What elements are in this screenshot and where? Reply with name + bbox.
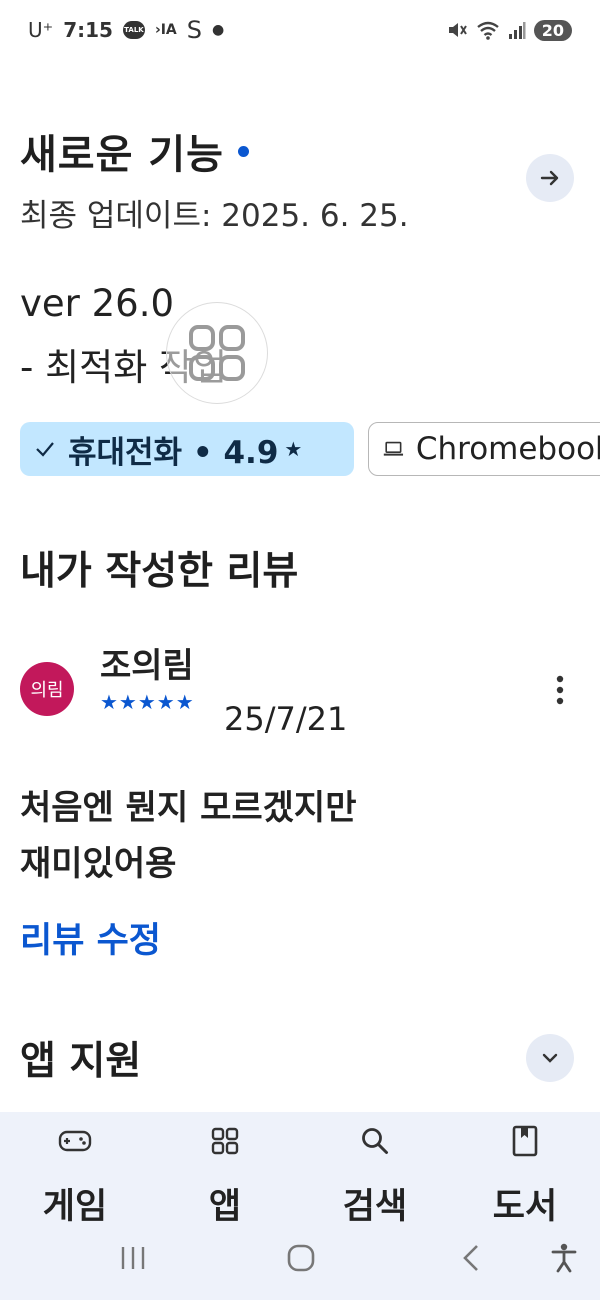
more-vert-icon [556, 675, 564, 705]
last-updated-text: 최종 업데이트: 2025. 6. 25. [20, 198, 409, 234]
mute-icon [448, 23, 467, 37]
nav-item-search[interactable]: 검색 [300, 1112, 450, 1232]
status-bar: U⁺ 7:15 TALK ›IA S ● 20 [0, 0, 600, 60]
signal-icon [508, 22, 526, 39]
more-notifications-dot-icon: ● [212, 22, 225, 38]
check-icon [36, 442, 54, 457]
chip-phone-label: 휴대전화 • 4.9 [68, 434, 279, 471]
new-indicator-dot [237, 145, 249, 157]
battery-indicator: 20 [533, 19, 572, 41]
my-review-heading: 내가 작성한 리뷰 [20, 549, 299, 594]
avatar: 의림 [20, 662, 74, 716]
nav-label-search: 검색 [342, 1187, 408, 1227]
apps-grid-icon [211, 1127, 239, 1155]
arrow-right-icon [540, 170, 559, 186]
nav-item-books[interactable]: 도서 [450, 1112, 600, 1232]
nav-item-games[interactable]: 게임 [0, 1112, 150, 1232]
recent-apps-icon [121, 1247, 145, 1269]
carrier-label: U⁺ [28, 18, 54, 42]
scrolled-content-fragment [100, 30, 210, 48]
back-button[interactable] [446, 1228, 496, 1288]
review-date: 25/7/21 [224, 700, 348, 738]
book-icon [512, 1125, 538, 1157]
review-text-line2: 재미있어용 [20, 844, 177, 884]
review-text-line1: 처음엔 뭔지 모르겠지만 [20, 788, 357, 828]
system-navigation-bar [0, 1228, 600, 1288]
accessibility-icon [551, 1243, 577, 1273]
recent-apps-button[interactable] [108, 1228, 158, 1288]
review-body: 처음엔 뭔지 모르겠지만 재미있어용 [20, 780, 580, 892]
accessibility-button[interactable] [540, 1228, 588, 1288]
nav-label-books: 도서 [492, 1187, 558, 1227]
chip-chromebook-label: Chromebook [415, 431, 600, 467]
back-chevron-icon [463, 1245, 478, 1271]
gamepad-icon [58, 1130, 92, 1152]
wifi-icon [476, 21, 499, 40]
edit-review-link[interactable]: 리뷰 수정 [20, 912, 161, 963]
status-right: 20 [446, 19, 572, 41]
rating-stars: ★★★★★ [100, 690, 195, 714]
chip-chromebook[interactable]: Chromebook [368, 422, 600, 476]
home-icon [287, 1244, 315, 1272]
nav-label-games: 게임 [42, 1187, 108, 1227]
whats-new-title: 새로운 기능 [20, 132, 224, 178]
nav-label-apps: 앱 [208, 1187, 242, 1227]
chevron-down-icon [542, 1053, 558, 1063]
chip-phone[interactable]: 휴대전화 • 4.9 ★ [20, 422, 354, 476]
nav-item-apps[interactable]: 앱 [150, 1112, 300, 1232]
more-options-button[interactable] [544, 670, 576, 710]
app-support-heading: 앱 지원 [20, 1039, 142, 1084]
home-button[interactable] [276, 1228, 326, 1288]
search-icon [362, 1128, 388, 1154]
floating-overlay-button[interactable] [166, 302, 268, 404]
star-icon: ★ [284, 437, 303, 461]
whats-new-heading: 새로운 기능 [20, 122, 249, 180]
whats-new-arrow-button[interactable] [526, 154, 574, 202]
apps-grid-overlay-icon [189, 325, 245, 381]
reviewer-name: 조의림 [100, 646, 194, 686]
laptop-icon [383, 441, 404, 456]
app-support-expand-button[interactable] [526, 1034, 574, 1082]
